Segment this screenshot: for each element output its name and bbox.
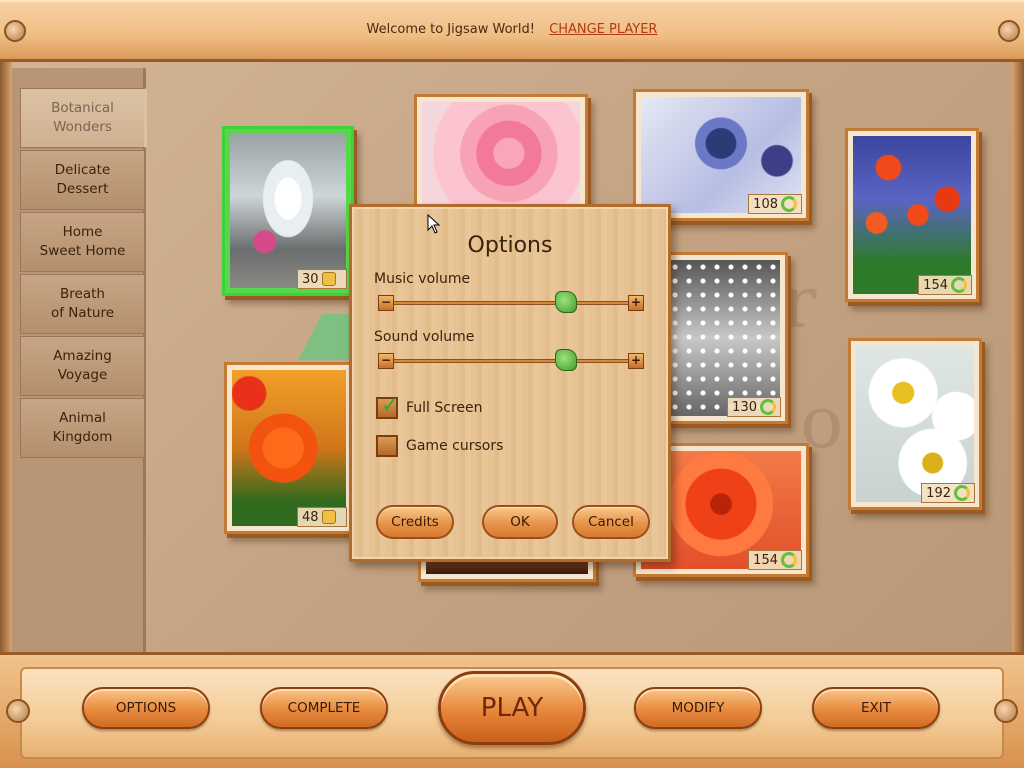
sound-volume-label: Sound volume: [374, 329, 475, 345]
category-breath-of-nature[interactable]: Breath of Nature: [20, 274, 144, 334]
slider-track: [386, 359, 636, 363]
piece-count: 192: [926, 485, 951, 501]
complete-button[interactable]: COMPLETE: [260, 687, 388, 729]
game-cursors-label: Game cursors: [406, 438, 504, 454]
puzzle-image: [856, 346, 974, 502]
puzzle-thumb-white-blossoms[interactable]: 130: [660, 252, 788, 424]
game-cursors-checkbox[interactable]: Game cursors: [376, 435, 503, 457]
slider-track: [386, 301, 636, 305]
top-bar: Welcome to Jigsaw World! CHANGE PLAYER: [0, 0, 1024, 62]
category-animal-kingdom[interactable]: Animal Kingdom: [20, 398, 144, 458]
piece-count-badge: 154: [918, 275, 972, 295]
fullscreen-checkbox[interactable]: ✓ Full Screen: [376, 393, 483, 419]
piece-count: 108: [753, 196, 778, 212]
mouse-cursor-icon: [427, 214, 441, 234]
puzzle-thumb-red-tulips[interactable]: 154: [845, 128, 979, 302]
frame-knob-icon: [6, 699, 30, 723]
music-volume-decrease-button[interactable]: −: [378, 295, 394, 311]
puzzle-image: [668, 260, 780, 416]
puzzle-image: [232, 370, 346, 526]
puzzle-image: [230, 134, 346, 288]
piece-count: 130: [732, 399, 757, 415]
category-sidebar: Botanical Wonders Delicate Dessert Home …: [12, 68, 147, 652]
right-frame: [1012, 62, 1024, 652]
rotate-icon: [781, 196, 797, 212]
piece-count: 30: [302, 271, 319, 287]
piece-count-badge: 154: [748, 550, 802, 570]
fullscreen-label: Full Screen: [406, 400, 483, 416]
rotate-icon: [954, 485, 970, 501]
puzzle-thumb-white-daisies[interactable]: 192: [848, 338, 982, 510]
rotate-icon: [951, 277, 967, 293]
dialog-title: Options: [467, 233, 553, 258]
piece-count-badge: 108: [748, 194, 802, 214]
category-label: Botanical Wonders: [51, 100, 114, 135]
credits-button[interactable]: Credits: [376, 505, 454, 539]
sound-volume-knob-icon[interactable]: [555, 349, 577, 371]
music-volume-increase-button[interactable]: +: [628, 295, 644, 311]
music-volume-knob-icon[interactable]: [555, 291, 577, 313]
puzzle-piece-icon: [321, 272, 336, 286]
puzzle-image: [422, 102, 580, 216]
piece-count-badge: 48: [297, 507, 347, 527]
category-label: Home Sweet Home: [39, 224, 126, 259]
welcome-text: Welcome to Jigsaw World!: [366, 22, 535, 37]
puzzle-thumb-blue-thistle[interactable]: 108: [633, 89, 809, 221]
sound-volume-slider[interactable]: − +: [378, 349, 644, 371]
category-delicate-dessert[interactable]: Delicate Dessert: [20, 150, 144, 210]
welcome-message: Welcome to Jigsaw World! CHANGE PLAYER: [0, 22, 1024, 37]
exit-button[interactable]: EXIT: [812, 687, 940, 729]
sound-volume-increase-button[interactable]: +: [628, 353, 644, 369]
modify-button[interactable]: MODIFY: [634, 687, 762, 729]
category-amazing-voyage[interactable]: Amazing Voyage: [20, 336, 144, 396]
category-label: Delicate Dessert: [54, 162, 111, 197]
category-home-sweet-home[interactable]: Home Sweet Home: [20, 212, 144, 272]
category-label: Amazing Voyage: [53, 348, 112, 383]
left-frame: [0, 62, 12, 652]
puzzle-thumb-floating-candles[interactable]: 30: [222, 126, 354, 296]
category-botanical-wonders[interactable]: Botanical Wonders: [20, 88, 147, 148]
options-button[interactable]: OPTIONS: [82, 687, 210, 729]
options-dialog: Options Music volume − + Sound volume − …: [349, 204, 671, 562]
category-label: Animal Kingdom: [52, 410, 113, 445]
rotate-icon: [781, 552, 797, 568]
ok-button[interactable]: OK: [482, 505, 558, 539]
cancel-button[interactable]: Cancel: [572, 505, 650, 539]
piece-count-badge: 30: [297, 269, 347, 289]
piece-count: 154: [753, 552, 778, 568]
puzzle-thumb-orange-rose[interactable]: 48: [224, 362, 354, 534]
checkbox-box: ✓: [376, 393, 399, 419]
puzzle-image: [853, 136, 971, 294]
checkmark-icon: ✓: [381, 393, 400, 418]
piece-count: 154: [923, 277, 948, 293]
change-player-link[interactable]: CHANGE PLAYER: [549, 22, 657, 37]
play-button[interactable]: PLAY: [438, 671, 586, 745]
checkbox-box: [376, 435, 398, 457]
sound-volume-decrease-button[interactable]: −: [378, 353, 394, 369]
music-volume-label: Music volume: [374, 271, 471, 287]
piece-count-badge: 130: [727, 397, 781, 417]
music-volume-slider[interactable]: − +: [378, 291, 644, 313]
piece-count: 48: [302, 509, 319, 525]
rotate-icon: [760, 399, 776, 415]
frame-knob-icon: [994, 699, 1018, 723]
category-label: Breath of Nature: [50, 286, 115, 321]
puzzle-piece-icon: [321, 510, 336, 524]
piece-count-badge: 192: [921, 483, 975, 503]
